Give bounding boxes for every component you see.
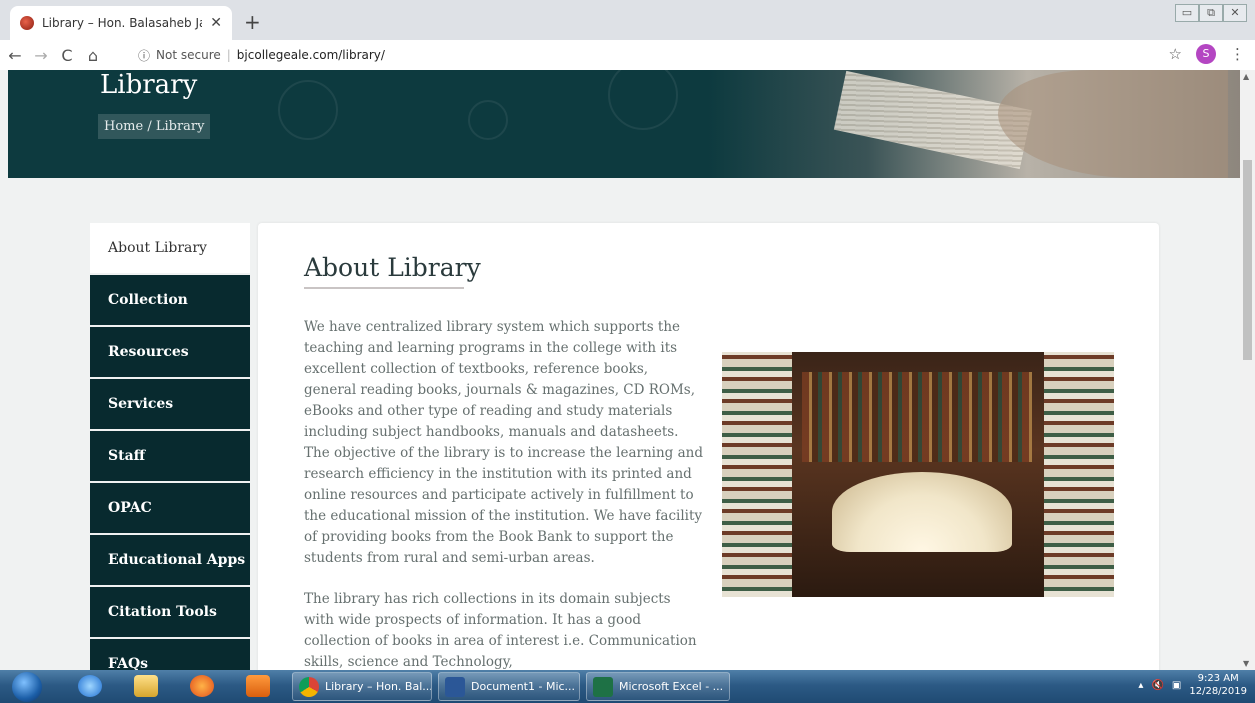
word-icon (445, 676, 465, 697)
sidebar-item-faqs[interactable]: FAQs (90, 639, 250, 670)
start-button[interactable] (12, 672, 42, 702)
taskbar-word-window[interactable]: Document1 - Mic... (438, 672, 580, 701)
network-icon[interactable]: ▣ (1172, 680, 1181, 691)
back-icon[interactable]: ← (4, 46, 26, 65)
firefox-icon[interactable] (190, 675, 214, 697)
taskbar-chrome-window[interactable]: Library – Hon. Bal... (292, 672, 432, 701)
chrome-icon (299, 676, 319, 697)
scroll-up-icon[interactable]: ▲ (1243, 72, 1249, 81)
windows-taskbar: Library – Hon. Bal... Document1 - Mic...… (0, 670, 1255, 703)
profile-avatar[interactable]: S (1196, 44, 1216, 64)
about-paragraph: We have centralized library system which… (304, 319, 703, 566)
collection-paragraph: The library has rich collections in its … (304, 591, 697, 670)
library-sidebar-nav: About Library Collection Resources Servi… (90, 223, 250, 670)
new-tab-button[interactable]: + (244, 10, 261, 34)
taskbar-button-label: Document1 - Mic... (471, 680, 576, 693)
page-viewport: Library Home / Library About Library Col… (0, 70, 1240, 670)
sidebar-item-collection[interactable]: Collection (90, 275, 250, 325)
library-books-image (722, 352, 1114, 597)
page-title: Library (100, 70, 198, 100)
browser-tab[interactable]: Library – Hon. Balasaheb Jadhav ✕ (10, 6, 232, 40)
media-player-icon[interactable] (246, 675, 270, 697)
restore-button[interactable]: ⧉ (1199, 4, 1223, 22)
reload-icon[interactable]: C (56, 46, 78, 65)
sidebar-item-staff[interactable]: Staff (90, 431, 250, 481)
browser-tab-strip: Library – Hon. Balasaheb Jadhav ✕ + ▭ ⧉ … (0, 0, 1255, 40)
info-icon[interactable]: ⓘ (138, 47, 150, 64)
scrollbar-thumb[interactable] (1243, 160, 1252, 360)
sidebar-item-services[interactable]: Services (90, 379, 250, 429)
sidebar-item-citation-tools[interactable]: Citation Tools (90, 587, 250, 637)
address-bar[interactable]: ⓘ Not secure | bjcollegeale.com/library/ (138, 44, 385, 66)
clock[interactable]: 9:23 AM 12/28/2019 (1189, 672, 1247, 698)
home-icon[interactable]: ⌂ (82, 46, 104, 65)
system-tray: ▴ 🔇 ▣ 9:23 AM 12/28/2019 (1138, 672, 1247, 698)
sidebar-item-resources[interactable]: Resources (90, 327, 250, 377)
bookmark-star-icon[interactable]: ☆ (1169, 45, 1182, 63)
file-explorer-icon[interactable] (134, 675, 158, 697)
heading-underline (304, 287, 464, 289)
breadcrumb[interactable]: Home / Library (98, 114, 211, 139)
sidebar-item-about-library[interactable]: About Library (90, 223, 250, 273)
close-window-button[interactable]: ✕ (1223, 4, 1247, 22)
menu-kebab-icon[interactable]: ⋮ (1230, 45, 1245, 63)
url-text[interactable]: bjcollegeale.com/library/ (237, 48, 385, 62)
browser-toolbar: ← → C ⌂ ⓘ Not secure | bjcollegeale.com/… (0, 40, 1255, 70)
forward-icon[interactable]: → (30, 46, 52, 65)
tab-close-icon[interactable]: ✕ (210, 15, 222, 31)
tab-title: Library – Hon. Balasaheb Jadhav (42, 16, 202, 30)
section-heading: About Library (304, 253, 481, 282)
security-label: Not secure (156, 48, 221, 62)
site-favicon-icon (20, 16, 34, 30)
content-card: About Library We have centralized librar… (258, 223, 1159, 670)
divider: | (226, 48, 231, 62)
volume-muted-icon[interactable]: 🔇 (1151, 680, 1163, 691)
sidebar-item-educational-apps[interactable]: Educational Apps (90, 535, 250, 585)
minimize-button[interactable]: ▭ (1175, 4, 1199, 22)
show-hidden-icons-icon[interactable]: ▴ (1138, 680, 1143, 691)
page-scrollbar[interactable]: ▲ ▼ (1240, 70, 1255, 670)
taskbar-button-label: Library – Hon. Bal... (325, 680, 432, 693)
hero-banner: Library Home / Library (8, 70, 1240, 178)
window-controls: ▭ ⧉ ✕ (1175, 4, 1247, 22)
clock-date: 12/28/2019 (1189, 686, 1247, 697)
taskbar-excel-window[interactable]: Microsoft Excel - ... (586, 672, 730, 701)
excel-icon (593, 676, 613, 697)
taskbar-button-label: Microsoft Excel - ... (619, 680, 724, 693)
internet-explorer-icon[interactable] (78, 675, 102, 697)
clock-time: 9:23 AM (1197, 673, 1239, 684)
sidebar-item-opac[interactable]: OPAC (90, 483, 250, 533)
scroll-down-icon[interactable]: ▼ (1243, 659, 1249, 668)
